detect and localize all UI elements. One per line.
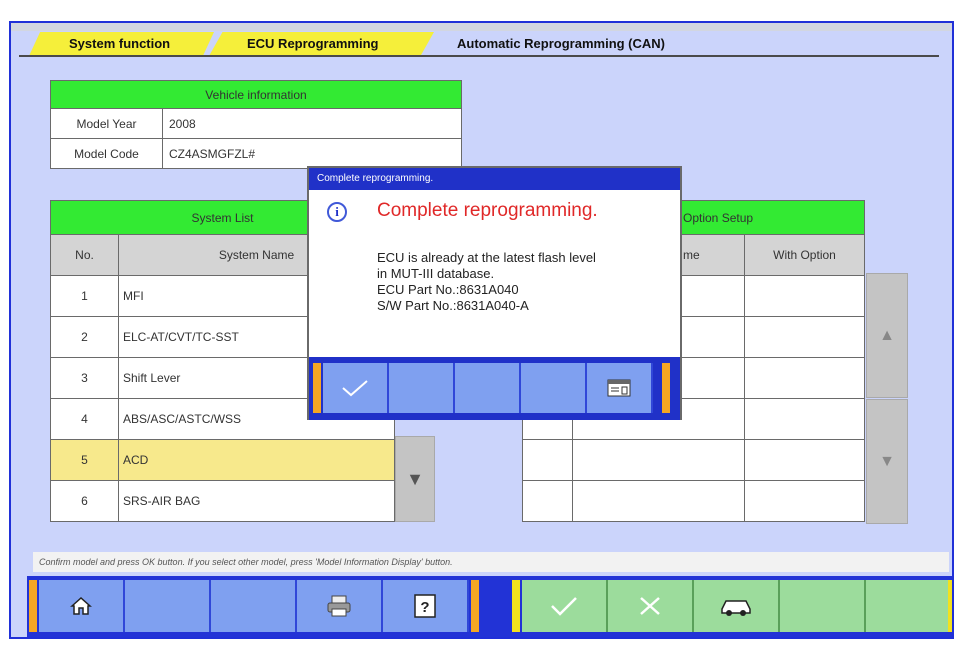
dialog-button-bar bbox=[309, 357, 680, 420]
breadcrumb-divider bbox=[19, 55, 939, 57]
system-list-scroll-down-button[interactable]: ▼ bbox=[395, 436, 435, 522]
vehicle-info-header: Vehicle information bbox=[50, 80, 462, 109]
model-code-value: CZ4ASMGFZL# bbox=[162, 138, 462, 169]
option-cell bbox=[744, 357, 865, 399]
dialog-ok-button[interactable] bbox=[323, 363, 389, 413]
model-year-label: Model Year bbox=[50, 108, 163, 139]
breadcrumb-ecu-reprogramming[interactable]: ECU Reprogramming bbox=[209, 32, 434, 56]
ok-button[interactable] bbox=[522, 580, 608, 632]
row-no: 3 bbox=[50, 357, 119, 399]
home-button[interactable] bbox=[39, 580, 125, 632]
toolbar-cap-right-group bbox=[512, 580, 520, 632]
row-system-name: ACD bbox=[118, 439, 395, 481]
option-cell bbox=[522, 480, 573, 522]
model-year-value: 2008 bbox=[162, 108, 462, 139]
option-scroll-up-button[interactable]: ▲ bbox=[866, 273, 908, 398]
cancel-button[interactable] bbox=[608, 580, 694, 632]
toolbar-empty-button-4[interactable] bbox=[866, 580, 950, 632]
triangle-down-icon: ▼ bbox=[406, 468, 424, 489]
data-window-icon bbox=[607, 379, 631, 397]
option-cell bbox=[744, 480, 865, 522]
dialog-title: Complete reprogramming. bbox=[309, 168, 680, 190]
row-no: 1 bbox=[50, 275, 119, 317]
vehicle-info-table: Vehicle information Model Year 2008 Mode… bbox=[50, 80, 462, 169]
col-with-option-header: With Option bbox=[744, 234, 865, 276]
model-code-label: Model Code bbox=[50, 138, 163, 169]
col-no-header: No. bbox=[50, 234, 119, 276]
breadcrumb: System function ECU Reprogramming Automa… bbox=[19, 32, 949, 56]
option-cell bbox=[522, 439, 573, 481]
dialog-message: ECU is already at the latest flash level… bbox=[377, 250, 596, 314]
option-cell bbox=[572, 480, 745, 522]
dialog-heading: Complete reprogramming. bbox=[377, 200, 598, 221]
toolbar-empty-button-3[interactable] bbox=[780, 580, 866, 632]
dialog-message-line: ECU Part No.:8631A040 bbox=[377, 282, 519, 297]
option-scroll-down-button[interactable]: ▼ bbox=[866, 399, 908, 524]
table-row-selected[interactable]: 5 ACD bbox=[50, 439, 395, 481]
car-icon bbox=[721, 600, 751, 616]
dialog-empty-button-2[interactable] bbox=[455, 363, 521, 413]
printer-icon bbox=[327, 595, 351, 617]
complete-reprogramming-dialog: Complete reprogramming. i Complete repro… bbox=[307, 166, 682, 420]
title-strip bbox=[11, 23, 952, 31]
dialog-bar-cap-right bbox=[662, 363, 670, 413]
triangle-down-icon: ▼ bbox=[879, 452, 895, 470]
dialog-empty-button-3[interactable] bbox=[521, 363, 587, 413]
toolbar-cap-mid bbox=[471, 580, 479, 632]
dialog-message-line: in MUT-III database. bbox=[377, 266, 495, 281]
dialog-message-line: ECU is already at the latest flash level bbox=[377, 250, 596, 265]
dialog-message-line: S/W Part No.:8631A040-A bbox=[377, 298, 529, 313]
status-hint: Confirm model and press OK button. If yo… bbox=[33, 552, 949, 572]
svg-text:?: ? bbox=[420, 599, 429, 616]
row-system-name: SRS-AIR BAG bbox=[118, 480, 395, 522]
toolbar-empty-button-2[interactable] bbox=[211, 580, 297, 632]
model-info-button[interactable] bbox=[694, 580, 780, 632]
dialog-data-button[interactable] bbox=[587, 363, 653, 413]
bottom-toolbar: ? bbox=[27, 576, 952, 637]
triangle-up-icon: ▲ bbox=[879, 326, 895, 344]
row-no: 4 bbox=[50, 398, 119, 440]
option-cell bbox=[744, 439, 865, 481]
info-icon: i bbox=[327, 202, 347, 222]
breadcrumb-system-function[interactable]: System function bbox=[29, 32, 214, 56]
cross-icon bbox=[640, 597, 660, 615]
row-no: 5 bbox=[50, 439, 119, 481]
toolbar-cap-end bbox=[948, 580, 952, 632]
row-no: 2 bbox=[50, 316, 119, 358]
table-row[interactable] bbox=[522, 439, 865, 481]
option-cell bbox=[744, 275, 865, 317]
row-no: 6 bbox=[50, 480, 119, 522]
option-cell bbox=[572, 439, 745, 481]
checkmark-icon bbox=[342, 380, 368, 397]
option-cell bbox=[744, 316, 865, 358]
table-row[interactable]: 6 SRS-AIR BAG bbox=[50, 480, 395, 522]
dialog-bar-cap-left bbox=[313, 363, 321, 413]
help-icon: ? bbox=[414, 594, 436, 618]
table-row[interactable] bbox=[522, 480, 865, 522]
print-button[interactable] bbox=[297, 580, 383, 632]
toolbar-cap-left bbox=[29, 580, 37, 632]
app-window: System function ECU Reprogramming Automa… bbox=[9, 21, 954, 639]
option-cell bbox=[744, 398, 865, 440]
dialog-empty-button-1[interactable] bbox=[389, 363, 455, 413]
checkmark-icon bbox=[551, 597, 577, 616]
toolbar-empty-button-1[interactable] bbox=[125, 580, 211, 632]
home-icon bbox=[70, 596, 92, 615]
breadcrumb-current: Automatic Reprogramming (CAN) bbox=[457, 36, 666, 51]
help-button[interactable]: ? bbox=[383, 580, 469, 632]
